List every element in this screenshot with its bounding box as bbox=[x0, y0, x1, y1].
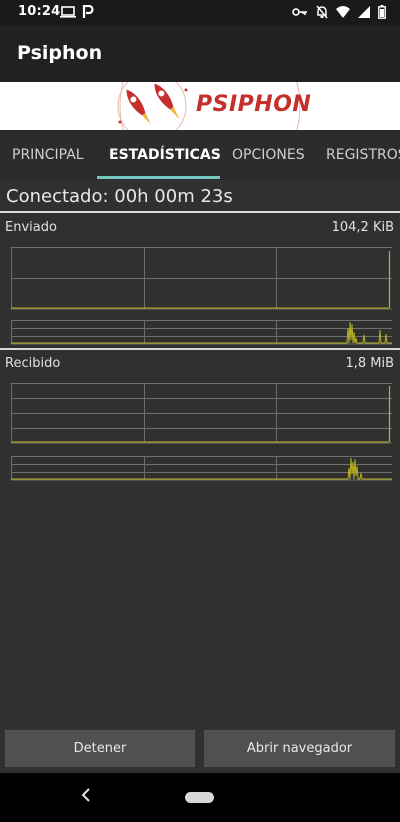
app-bar: Psiphon bbox=[0, 25, 400, 82]
stop-button[interactable]: Detener bbox=[5, 730, 195, 767]
received-value: 1,8 MiB bbox=[345, 356, 394, 371]
tab-opciones[interactable]: OPCIONES bbox=[232, 130, 305, 180]
psiphon-banner[interactable]: PSIPHON bbox=[0, 82, 400, 130]
status-left-icons bbox=[60, 5, 94, 19]
sent-history-graph bbox=[11, 320, 392, 346]
battery-icon bbox=[378, 5, 386, 19]
sent-main-graph bbox=[11, 247, 392, 310]
status-time: 10:24 bbox=[18, 4, 61, 19]
open-browser-button[interactable]: Abrir navegador bbox=[204, 730, 395, 767]
tab-registros[interactable]: REGISTROS bbox=[326, 130, 400, 180]
tab-principal[interactable]: PRINCIPAL bbox=[12, 130, 84, 180]
tab-bar: PRINCIPAL ESTADÍSTICAS OPCIONES REGISTRO… bbox=[0, 130, 400, 180]
psiphon-logo: PSIPHON bbox=[112, 82, 311, 130]
divider bbox=[0, 348, 400, 350]
back-icon[interactable] bbox=[80, 787, 92, 808]
vpn-key-icon bbox=[292, 6, 308, 18]
received-history-graph bbox=[11, 456, 392, 482]
connection-status: Conectado: 00h 00m 23s bbox=[6, 186, 233, 207]
received-label: Recibido bbox=[5, 356, 61, 371]
received-main-graph bbox=[11, 383, 392, 445]
signal-icon bbox=[358, 6, 370, 18]
bell-off-icon bbox=[316, 5, 328, 19]
divider bbox=[0, 211, 400, 213]
tab-estadisticas[interactable]: ESTADÍSTICAS bbox=[109, 130, 221, 180]
laptop-icon bbox=[60, 6, 76, 18]
system-nav-bar bbox=[0, 773, 400, 822]
sent-label: Enviado bbox=[5, 220, 57, 235]
active-tab-indicator bbox=[97, 176, 220, 179]
wifi-icon bbox=[336, 6, 350, 18]
psiphon-p-icon bbox=[82, 5, 94, 19]
status-bar: 10:24 bbox=[0, 0, 400, 25]
sent-value: 104,2 KiB bbox=[331, 220, 394, 235]
banner-logo-text: PSIPHON bbox=[196, 92, 312, 117]
app-title: Psiphon bbox=[17, 42, 103, 64]
home-pill-icon[interactable] bbox=[185, 792, 214, 803]
status-right-icons bbox=[292, 5, 386, 19]
